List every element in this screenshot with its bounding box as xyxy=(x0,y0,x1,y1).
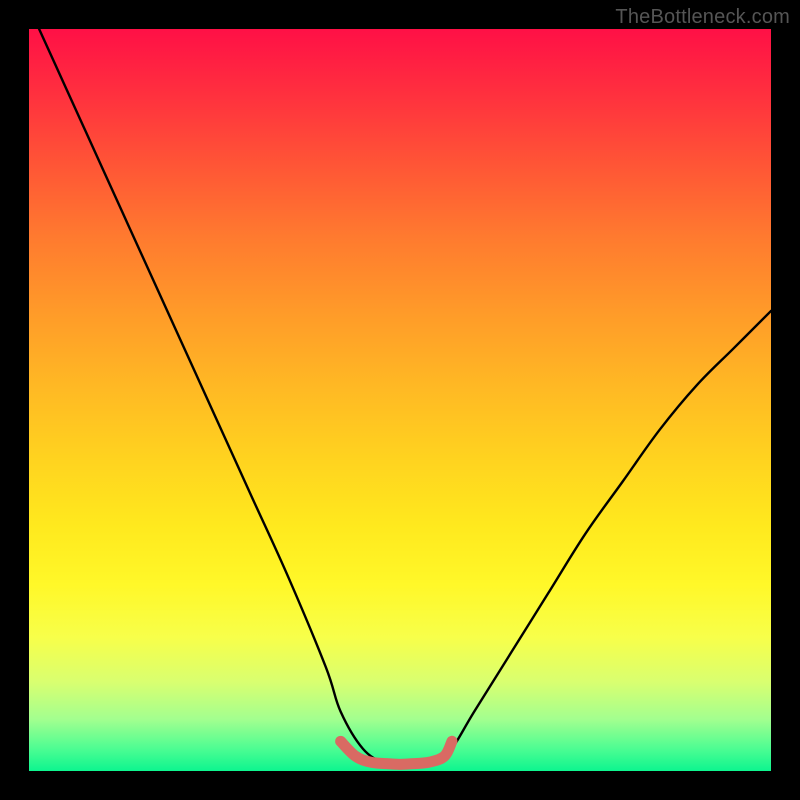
bottleneck-curve-line xyxy=(29,29,771,765)
chart-frame: TheBottleneck.com xyxy=(0,0,800,800)
curve-svg xyxy=(29,29,771,771)
plot-area xyxy=(29,29,771,771)
watermark-text: TheBottleneck.com xyxy=(615,6,790,29)
optimal-zone-marker xyxy=(341,741,452,764)
